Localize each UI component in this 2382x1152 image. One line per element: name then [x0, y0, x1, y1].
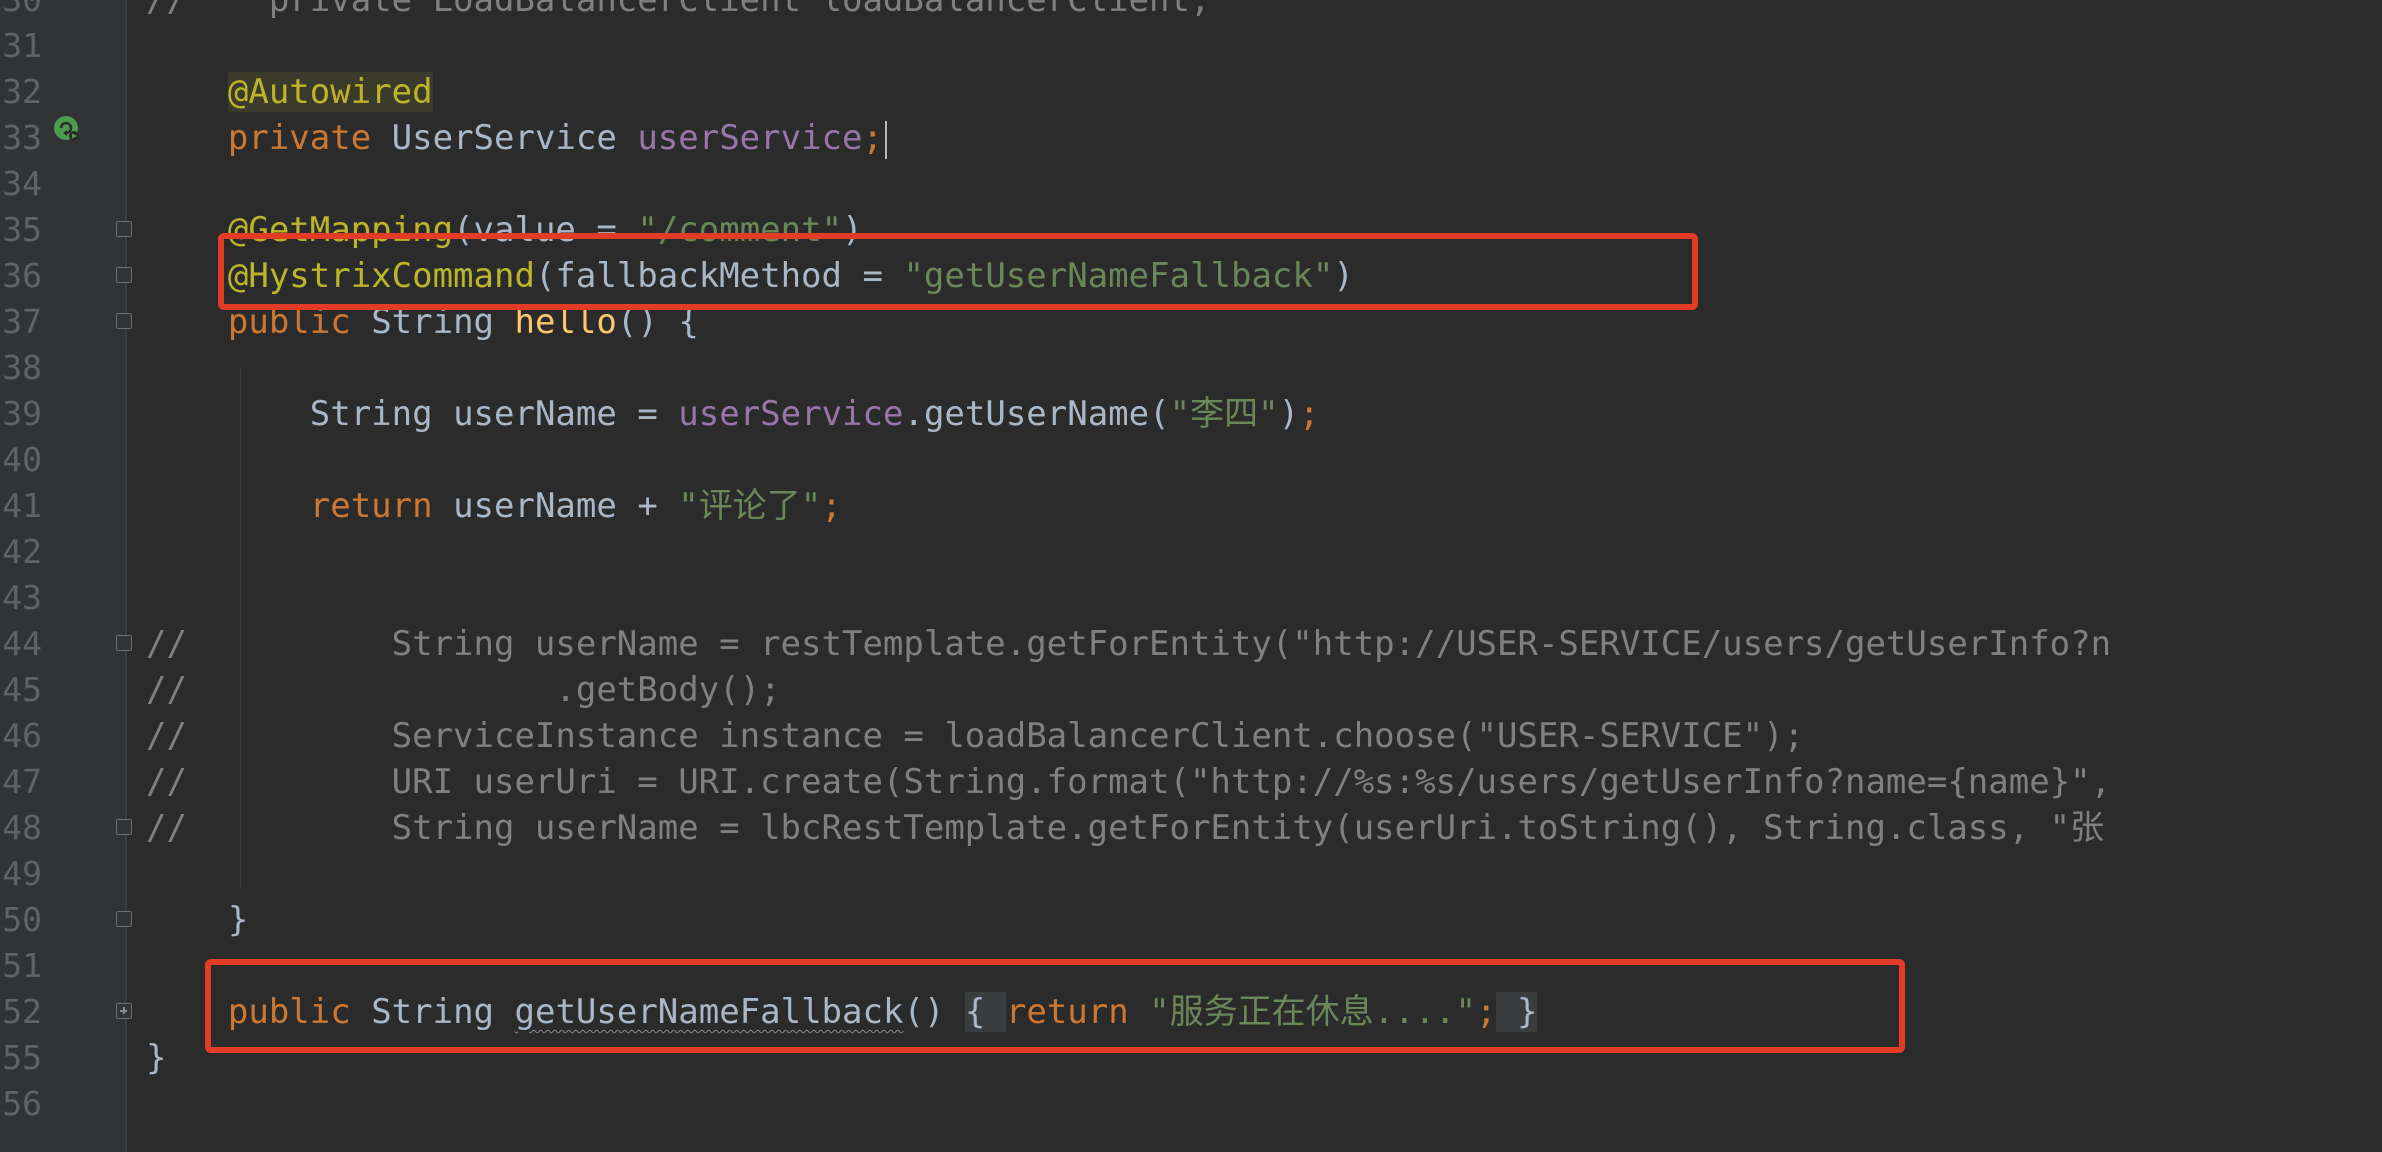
code-line[interactable]: 49	[0, 851, 2382, 897]
code-line[interactable]: 40	[0, 437, 2382, 483]
line-number: 36	[2, 256, 42, 295]
line-number: 48	[2, 808, 42, 847]
collapse-fold-icon[interactable]	[116, 635, 132, 651]
code-text[interactable]: String userName = userService.getUserNam…	[146, 391, 1320, 437]
code-text[interactable]: @Autowired	[146, 69, 433, 115]
collapse-fold-icon[interactable]	[116, 221, 132, 237]
line-number: 45	[2, 670, 42, 709]
line-number: 50	[2, 900, 42, 939]
collapse-fold-icon[interactable]	[116, 267, 132, 283]
code-line[interactable]: 43	[0, 575, 2382, 621]
line-number: 42	[2, 532, 42, 571]
code-line[interactable]: 31	[0, 23, 2382, 69]
code-line[interactable]: 48 // String userName = lbcRestTemplate.g…	[0, 805, 2382, 851]
line-number: 39	[2, 394, 42, 433]
line-number: 33	[2, 118, 42, 157]
code-text[interactable]: // private LoadBalancerClient loadBalanc…	[146, 0, 1210, 23]
code-line[interactable]: 32 @Autowired	[0, 69, 2382, 115]
collapse-fold-icon[interactable]	[116, 819, 132, 835]
collapse-fold-icon[interactable]	[116, 911, 132, 927]
code-text[interactable]: // String userName = restTemplate.getFor…	[146, 621, 2111, 667]
line-number: 55	[2, 1038, 42, 1077]
code-line[interactable]: 44 // String userName = restTemplate.getF…	[0, 621, 2382, 667]
code-text[interactable]: private UserService userService;	[146, 115, 887, 161]
line-number: 30	[0, 0, 42, 23]
highlight-box-hystrix-annotation	[218, 233, 1698, 310]
code-line[interactable]: 33 private UserService userService;	[0, 115, 2382, 161]
highlight-box-fallback-method	[205, 959, 1905, 1053]
code-line[interactable]: 56	[0, 1081, 2382, 1127]
code-line[interactable]: 42	[0, 529, 2382, 575]
line-number: 34	[2, 164, 42, 203]
line-number: 49	[2, 854, 42, 893]
line-number: 31	[2, 26, 42, 65]
code-text[interactable]: // ServiceInstance instance = loadBalanc…	[146, 713, 1804, 759]
code-text[interactable]: // String userName = lbcRestTemplate.get…	[146, 805, 2104, 851]
line-number: 32	[2, 72, 42, 111]
line-number: 37	[2, 302, 42, 341]
code-line[interactable]: 30 // private LoadBalancerClient loadBala…	[0, 0, 2382, 23]
line-number: 43	[2, 578, 42, 617]
run-gutter-icon[interactable]	[52, 114, 82, 144]
code-line[interactable]: 45 // .getBody();	[0, 667, 2382, 713]
line-number: 35	[2, 210, 42, 249]
code-line[interactable]: 41 return userName + "评论了";	[0, 483, 2382, 529]
code-line[interactable]: 34	[0, 161, 2382, 207]
line-number: 56	[2, 1084, 42, 1123]
code-line[interactable]: 47 // URI userUri = URI.create(String.for…	[0, 759, 2382, 805]
code-text[interactable]: // URI userUri = URI.create(String.forma…	[146, 759, 2111, 805]
code-text[interactable]: // .getBody();	[146, 667, 781, 713]
line-number: 52	[2, 992, 42, 1031]
code-line[interactable]: 39 String userName = userService.getUser…	[0, 391, 2382, 437]
collapse-fold-icon[interactable]	[116, 313, 132, 329]
code-text[interactable]: }	[146, 897, 248, 943]
expand-fold-icon[interactable]	[116, 1003, 132, 1019]
line-number: 40	[2, 440, 42, 479]
line-number: 51	[2, 946, 42, 985]
line-number: 38	[2, 348, 42, 387]
line-number: 44	[2, 624, 42, 663]
code-line[interactable]: 50 }	[0, 897, 2382, 943]
code-text[interactable]: return userName + "评论了";	[146, 483, 842, 529]
code-line[interactable]: 46 // ServiceInstance instance = loadBala…	[0, 713, 2382, 759]
line-number: 46	[2, 716, 42, 755]
line-number: 41	[2, 486, 42, 525]
line-number: 47	[2, 762, 42, 801]
text-caret	[884, 120, 887, 159]
code-text[interactable]: }	[146, 1035, 166, 1081]
code-line[interactable]: 38	[0, 345, 2382, 391]
